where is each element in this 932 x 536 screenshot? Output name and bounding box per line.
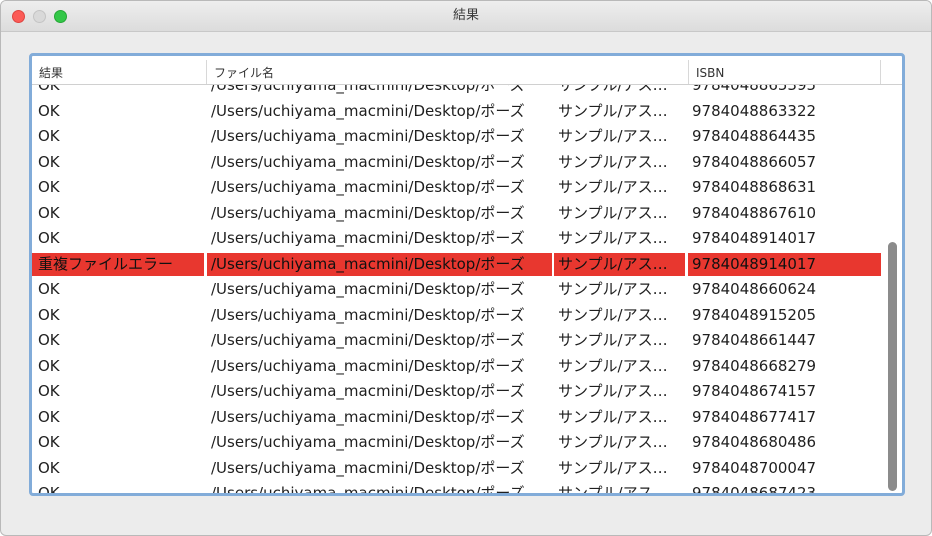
file-path-cell: /Users/uchiyama_macmini/Desktop/ポーズ xyxy=(211,484,525,493)
result-cell: OK xyxy=(38,101,60,120)
isbn-cell: 9784048687423 xyxy=(692,484,817,493)
isbn-cell: 9784048661447 xyxy=(692,331,817,349)
result-cell: OK xyxy=(38,178,60,196)
table-row[interactable]: OK/Users/uchiyama_macmini/Desktop/ポーズ サンプ… xyxy=(32,227,881,253)
result-cell: OK xyxy=(38,331,60,349)
file-path-cell: /Users/uchiyama_macmini/Desktop/ポーズ xyxy=(211,152,525,171)
table-row[interactable]: OK/Users/uchiyama_macmini/Desktop/ポーズ サンプ… xyxy=(32,355,881,381)
file-path-cell: /Users/uchiyama_macmini/Desktop/ポーズ xyxy=(211,407,525,426)
file-path-cell: /Users/uchiyama_macmini/Desktop/ポーズ xyxy=(211,458,525,477)
isbn-cell: 9784048868631 xyxy=(692,178,817,196)
file-path-continued-cell: サンプル/アス… xyxy=(558,229,668,247)
file-path-cell: /Users/uchiyama_macmini/Desktop/ポーズ xyxy=(211,203,525,222)
file-path-continued-cell: サンプル/アス… xyxy=(558,382,668,400)
column-header-file-name[interactable]: ファイル名 xyxy=(206,60,688,84)
table-row[interactable]: OK/Users/uchiyama_macmini/Desktop/ポーズ サンプ… xyxy=(32,151,881,177)
file-path-continued-cell: サンプル/アス… xyxy=(558,458,668,477)
table-row-error[interactable]: 重複ファイルエラー/Users/uchiyama_macmini/Desktop… xyxy=(32,252,881,279)
file-path-cell: /Users/uchiyama_macmini/Desktop/ポーズ xyxy=(211,305,525,324)
result-cell: OK xyxy=(38,484,60,493)
result-cell: OK xyxy=(38,458,60,477)
table-body: OK/Users/uchiyama_macmini/Desktop/ポーズ サンプ… xyxy=(32,85,881,493)
file-path-cell: /Users/uchiyama_macmini/Desktop/ポーズ xyxy=(211,382,525,400)
result-cell: OK xyxy=(38,229,60,247)
table-row[interactable]: OK/Users/uchiyama_macmini/Desktop/ポーズ サンプ… xyxy=(32,202,881,228)
file-path-continued-cell: サンプル/アス… xyxy=(558,152,668,171)
file-path-cell: /Users/uchiyama_macmini/Desktop/ポーズ xyxy=(211,433,525,451)
result-cell: OK xyxy=(38,280,60,298)
file-path-continued-cell: サンプル/アス… xyxy=(558,203,668,222)
column-header-isbn[interactable]: ISBN xyxy=(688,60,881,84)
title-bar[interactable]: 結果 xyxy=(1,1,931,32)
isbn-cell: 9784048914017 xyxy=(692,229,817,247)
result-cell: 重複ファイルエラー xyxy=(32,252,204,276)
file-path-continued-cell: サンプル/アス… xyxy=(558,280,668,298)
isbn-cell: 9784048867610 xyxy=(692,203,817,222)
file-path-cell: /Users/uchiyama_macmini/Desktop/ポーズ xyxy=(211,280,525,298)
isbn-cell: 9784048864435 xyxy=(692,127,817,145)
isbn-cell: 9784048866057 xyxy=(692,152,817,171)
isbn-cell: 9784048668279 xyxy=(692,356,817,375)
isbn-cell: 9784048680486 xyxy=(692,433,817,451)
table-row[interactable]: OK/Users/uchiyama_macmini/Desktop/ポーズ サンプ… xyxy=(32,278,881,304)
file-path-cell: /Users/uchiyama_macmini/Desktop/ポーズ xyxy=(211,331,525,349)
file-path-continued-cell: サンプル/アス… xyxy=(558,127,668,145)
isbn-cell: 9784048660624 xyxy=(692,280,817,298)
table-row[interactable]: OK/Users/uchiyama_macmini/Desktop/ポーズ サンプ… xyxy=(32,431,881,457)
table-row[interactable]: OK/Users/uchiyama_macmini/Desktop/ポーズ サンプ… xyxy=(32,100,881,126)
file-path-continued-cell: サンプル/アス… xyxy=(558,433,668,451)
column-header-result[interactable]: 結果 xyxy=(32,60,207,84)
file-path-cell: /Users/uchiyama_macmini/Desktop/ポーズ xyxy=(211,85,525,94)
file-path-cell: /Users/uchiyama_macmini/Desktop/ポーズ xyxy=(211,229,525,247)
table-row[interactable]: OK/Users/uchiyama_macmini/Desktop/ポーズ サンプ… xyxy=(32,406,881,432)
file-path-continued-cell: サンプル/アス… xyxy=(558,331,668,349)
table-row[interactable]: OK/Users/uchiyama_macmini/Desktop/ポーズ サンプ… xyxy=(32,176,881,202)
results-table[interactable]: 結果 ファイル名 ISBN OK/Users/uchiyama_macmini/… xyxy=(29,53,905,496)
file-path-cell: /Users/uchiyama_macmini/Desktop/ポーズ xyxy=(207,252,552,276)
result-cell: OK xyxy=(38,407,60,426)
table-row[interactable]: OK/Users/uchiyama_macmini/Desktop/ポーズ サンプ… xyxy=(32,85,881,100)
file-path-cell: /Users/uchiyama_macmini/Desktop/ポーズ xyxy=(211,101,525,120)
file-path-cell: /Users/uchiyama_macmini/Desktop/ポーズ xyxy=(211,127,525,145)
table-row[interactable]: OK/Users/uchiyama_macmini/Desktop/ポーズ サンプ… xyxy=(32,482,881,493)
isbn-cell: 9784048677417 xyxy=(692,407,817,426)
scrollbar-thumb[interactable] xyxy=(888,242,897,491)
result-cell: OK xyxy=(38,433,60,451)
table-header: 結果 ファイル名 ISBN xyxy=(32,60,902,85)
table-rows: OK/Users/uchiyama_macmini/Desktop/ポーズ サンプ… xyxy=(32,85,881,493)
result-cell: OK xyxy=(38,85,60,94)
file-path-continued-cell: サンプル/アス… xyxy=(558,85,668,94)
isbn-cell: 9784048674157 xyxy=(692,382,817,400)
isbn-cell: 9784048865395 xyxy=(692,85,817,94)
result-cell: OK xyxy=(38,152,60,171)
isbn-cell: 9784048914017 xyxy=(688,252,881,276)
table-row[interactable]: OK/Users/uchiyama_macmini/Desktop/ポーズ サンプ… xyxy=(32,304,881,330)
window-title: 結果 xyxy=(452,8,479,23)
isbn-cell: 9784048915205 xyxy=(692,305,817,324)
file-path-continued-cell: サンプル/アス… xyxy=(558,407,668,426)
result-cell: OK xyxy=(38,203,60,222)
isbn-cell: 9784048863322 xyxy=(692,101,817,120)
result-cell: OK xyxy=(38,127,60,145)
file-path-cell: /Users/uchiyama_macmini/Desktop/ポーズ xyxy=(211,178,525,196)
result-cell: OK xyxy=(38,305,60,324)
file-path-continued-cell: サンプル/アス… xyxy=(558,101,668,120)
file-path-continued-cell: サンプル/アス… xyxy=(558,305,668,324)
file-path-continued-cell: サンプル/アス… xyxy=(554,252,685,276)
table-row[interactable]: OK/Users/uchiyama_macmini/Desktop/ポーズ サンプ… xyxy=(32,329,881,355)
file-path-continued-cell: サンプル/アス… xyxy=(558,484,668,493)
vertical-scrollbar[interactable] xyxy=(885,85,899,493)
table-row[interactable]: OK/Users/uchiyama_macmini/Desktop/ポーズ サンプ… xyxy=(32,380,881,406)
results-window: 結果 結果 ファイル名 ISBN OK/Users/uchiyama_macmi… xyxy=(0,0,932,536)
table-row[interactable]: OK/Users/uchiyama_macmini/Desktop/ポーズ サンプ… xyxy=(32,457,881,483)
file-path-continued-cell: サンプル/アス… xyxy=(558,178,668,196)
result-cell: OK xyxy=(38,382,60,400)
file-path-continued-cell: サンプル/アス… xyxy=(558,356,668,375)
file-path-cell: /Users/uchiyama_macmini/Desktop/ポーズ xyxy=(211,356,525,375)
isbn-cell: 9784048700047 xyxy=(692,458,817,477)
result-cell: OK xyxy=(38,356,60,375)
table-row[interactable]: OK/Users/uchiyama_macmini/Desktop/ポーズ サンプ… xyxy=(32,125,881,151)
